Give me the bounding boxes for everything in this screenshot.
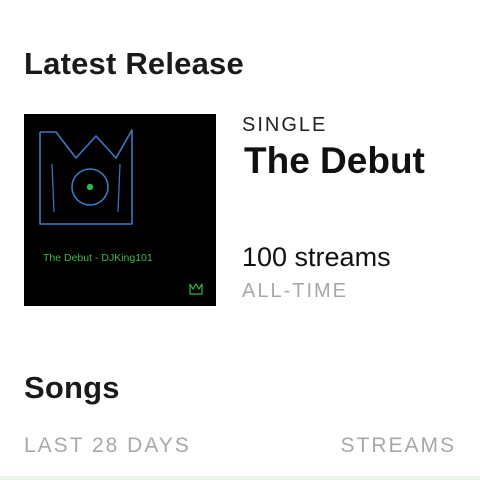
- cover-caption: The Debut - DJKing101: [43, 252, 153, 264]
- streams-period-label: ALL-TIME: [242, 280, 349, 302]
- release-type-label: SINGLE: [242, 114, 328, 136]
- column-header-streams: STREAMS: [340, 434, 456, 457]
- latest-release-heading: Latest Release: [24, 46, 244, 81]
- release-cover-art[interactable]: The Debut - DJKing101: [24, 114, 216, 306]
- crown-logo-icon: [39, 129, 203, 295]
- streams-count: 100 streams: [242, 242, 391, 272]
- artist-stats-page: Latest Release The Debut - DJKing101 SIN…: [0, 0, 480, 480]
- column-header-period: LAST 28 DAYS: [24, 434, 191, 457]
- release-title-text: The Debut: [244, 144, 425, 181]
- release-title[interactable]: The Debut: [244, 144, 425, 184]
- divider: [0, 476, 480, 480]
- songs-heading: Songs: [24, 370, 120, 405]
